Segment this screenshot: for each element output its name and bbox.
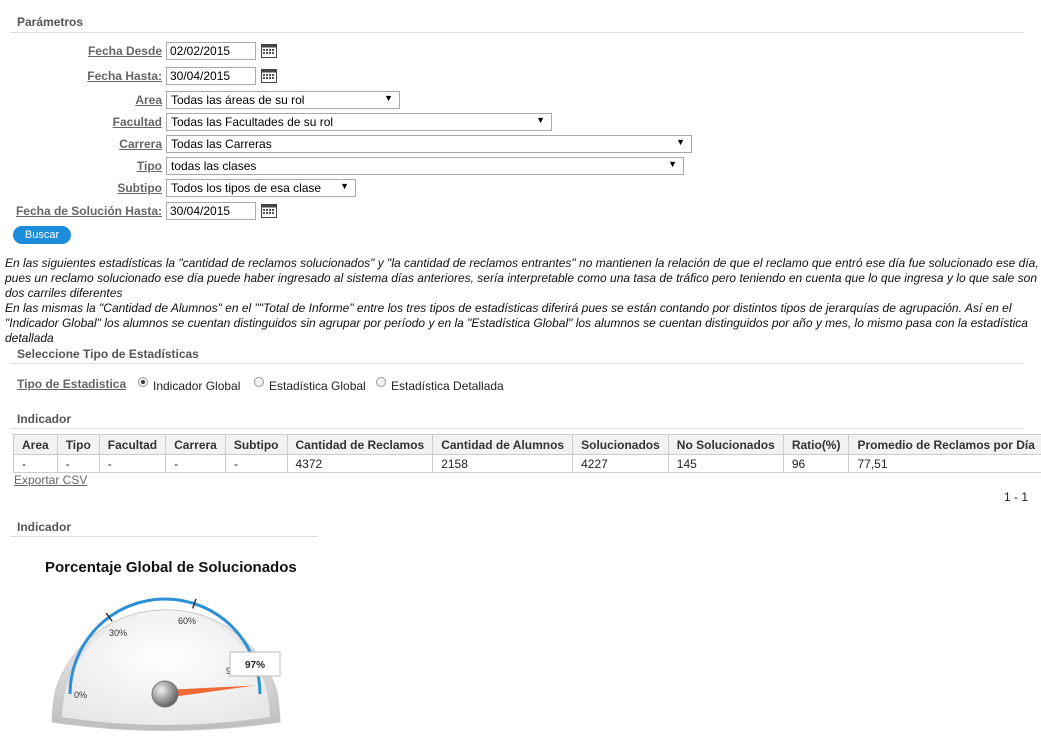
col-facultad[interactable]: Facultad	[99, 435, 165, 455]
cell-promedio: 77,51	[849, 455, 1041, 473]
cell-carrera: -	[166, 455, 226, 473]
indicator-table-title: Indicador	[17, 412, 71, 426]
col-area[interactable]: Area	[14, 435, 58, 455]
col-promedio[interactable]: Promedio de Reclamos por Día	[849, 435, 1041, 455]
params-divider	[10, 32, 1024, 33]
radio-estadistica-detallada[interactable]	[376, 377, 386, 387]
stats-type-label: Tipo de Estadistica	[17, 377, 126, 391]
carrera-select-value: Todas las Carreras	[171, 137, 272, 151]
cell-subtipo: -	[225, 455, 287, 473]
fecha-solucion-input[interactable]	[166, 202, 256, 220]
gauge-value-label: 97%	[245, 660, 265, 671]
stats-type-title: Seleccione Tipo de Estadísticas	[17, 347, 199, 361]
info-note: En las siguientes estadísticas la "canti…	[5, 256, 1041, 346]
fecha-hasta-label: Fecha Hasta:	[40, 69, 162, 83]
area-select-value: Todas las áreas de su rol	[171, 93, 304, 107]
chevron-down-icon: ▼	[340, 181, 349, 191]
col-cantidad-reclamos[interactable]: Cantidad de Reclamos	[287, 435, 433, 455]
fecha-hasta-input[interactable]	[166, 67, 256, 85]
cell-solucionados: 4227	[573, 455, 669, 473]
gauge-divider	[10, 536, 318, 537]
area-label: Area	[40, 93, 162, 107]
table-header-row: Area Tipo Facultad Carrera Subtipo Canti…	[14, 435, 1041, 455]
pagination-info: 1 - 1	[1004, 490, 1028, 504]
facultad-select-value: Todas las Facultades de su rol	[171, 115, 333, 129]
subtipo-select-value: Todos los tipos de esa clase	[171, 181, 321, 195]
calendar-icon[interactable]	[261, 68, 277, 83]
chevron-down-icon: ▼	[384, 93, 393, 103]
export-csv-link[interactable]: Exportar CSV	[14, 473, 87, 487]
carrera-label: Carrera	[40, 137, 162, 151]
gauge-chart: 0% 30% 60% 9 97%	[40, 577, 290, 737]
search-button[interactable]: Buscar	[13, 226, 71, 244]
subtipo-label: Subtipo	[40, 181, 162, 195]
gauge-label-0: 0%	[74, 690, 87, 700]
gauge-section-title: Indicador	[17, 520, 71, 534]
tipo-select[interactable]: todas las clases ▼	[166, 157, 684, 175]
carrera-select[interactable]: Todas las Carreras ▼	[166, 135, 692, 153]
table-row: - - - - - 4372 2158 4227 145 96 77,51	[14, 455, 1041, 473]
gauge-title: Porcentaje Global de Solucionados	[45, 559, 297, 576]
col-subtipo[interactable]: Subtipo	[225, 435, 287, 455]
cell-tipo: -	[57, 455, 99, 473]
radio-estadistica-detallada-label: Estadística Detallada	[391, 379, 504, 393]
indicator-table: Area Tipo Facultad Carrera Subtipo Canti…	[13, 434, 1041, 473]
facultad-label: Facultad	[40, 115, 162, 129]
radio-estadistica-global[interactable]	[254, 377, 264, 387]
cell-area: -	[14, 455, 58, 473]
radio-indicador-global[interactable]	[138, 377, 148, 387]
cell-cantidad-reclamos: 4372	[287, 455, 433, 473]
gauge-label-30: 30%	[109, 628, 127, 638]
col-solucionados[interactable]: Solucionados	[573, 435, 669, 455]
chevron-down-icon: ▼	[676, 137, 685, 147]
facultad-select[interactable]: Todas las Facultades de su rol ▼	[166, 113, 552, 131]
fecha-solucion-label: Fecha de Solución Hasta:	[10, 204, 162, 218]
col-carrera[interactable]: Carrera	[166, 435, 226, 455]
col-tipo[interactable]: Tipo	[57, 435, 99, 455]
stats-type-divider	[10, 363, 1024, 364]
subtipo-select[interactable]: Todos los tipos de esa clase ▼	[166, 179, 356, 197]
area-select[interactable]: Todas las áreas de su rol ▼	[166, 91, 400, 109]
calendar-icon[interactable]	[261, 203, 277, 218]
indicator-divider	[10, 428, 1024, 429]
params-title: Parámetros	[17, 15, 83, 29]
chevron-down-icon: ▼	[668, 159, 677, 169]
fecha-desde-input[interactable]	[166, 42, 256, 60]
col-no-solucionados[interactable]: No Solucionados	[668, 435, 783, 455]
gauge-knob	[152, 681, 178, 707]
col-cantidad-alumnos[interactable]: Cantidad de Alumnos	[433, 435, 573, 455]
calendar-icon[interactable]	[261, 43, 277, 58]
cell-cantidad-alumnos: 2158	[433, 455, 573, 473]
tipo-label: Tipo	[40, 159, 162, 173]
cell-no-solucionados: 145	[668, 455, 783, 473]
gauge-label-60: 60%	[178, 616, 196, 626]
cell-ratio: 96	[783, 455, 849, 473]
chevron-down-icon: ▼	[536, 115, 545, 125]
tipo-select-value: todas las clases	[171, 159, 256, 173]
radio-indicador-global-label: Indicador Global	[153, 379, 240, 393]
col-ratio[interactable]: Ratio(%)	[783, 435, 849, 455]
fecha-desde-label: Fecha Desde	[40, 44, 162, 58]
radio-estadistica-global-label: Estadística Global	[269, 379, 366, 393]
cell-facultad: -	[99, 455, 165, 473]
